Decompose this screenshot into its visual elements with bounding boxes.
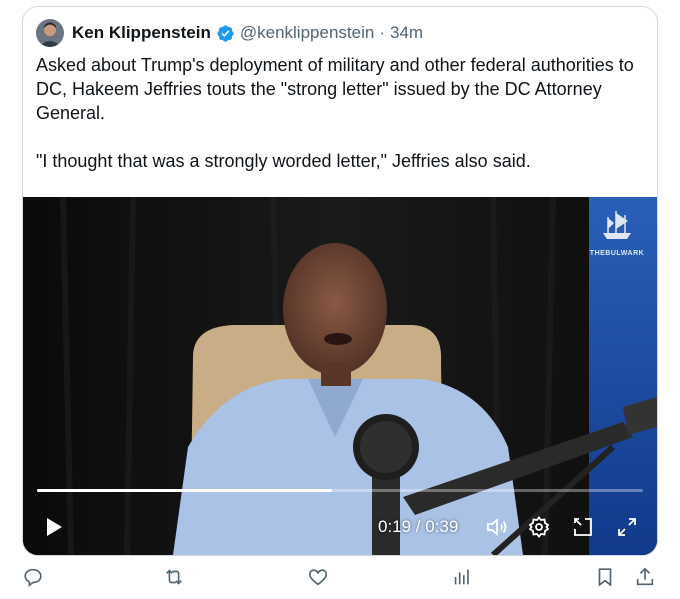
retweet-icon[interactable] [163, 566, 185, 588]
avatar[interactable] [36, 19, 64, 47]
tweet-header: Ken Klippenstein @kenklippenstein · 34m [36, 19, 423, 47]
play-icon[interactable] [41, 515, 65, 539]
video-timecode: 0:19 / 0:39 [378, 517, 459, 536]
video-player[interactable]: THEBULWARK 0:19 / 0:39 [23, 197, 657, 555]
author-name[interactable]: Ken Klippenstein [72, 23, 211, 43]
tweet-text: Asked about Trump's deployment of milita… [36, 53, 641, 173]
tweet-text-paragraph-1: Asked about Trump's deployment of milita… [36, 55, 634, 123]
bookmark-icon[interactable] [594, 566, 616, 588]
watermark-logo: THEBULWARK [587, 209, 647, 257]
tweet-action-bar [0, 562, 680, 594]
reply-icon[interactable] [22, 566, 44, 588]
video-progress-fill [37, 489, 333, 492]
volume-icon[interactable] [485, 515, 509, 539]
settings-icon[interactable] [527, 515, 551, 539]
share-icon[interactable] [634, 566, 656, 588]
tweet-timestamp[interactable]: 34m [390, 23, 423, 43]
ship-icon [603, 211, 631, 239]
like-icon[interactable] [307, 566, 329, 588]
video-frame [23, 197, 657, 555]
video-progress-bar[interactable] [37, 489, 643, 492]
tweet-text-paragraph-2: "I thought that was a strongly worded le… [36, 151, 531, 171]
verified-badge-icon [216, 24, 235, 43]
picture-in-picture-icon[interactable] [571, 515, 595, 539]
author-handle[interactable]: @kenklippenstein [240, 23, 374, 43]
views-icon[interactable] [451, 566, 473, 588]
separator-dot: · [379, 23, 385, 42]
tweet-card[interactable]: Ken Klippenstein @kenklippenstein · 34m … [22, 6, 658, 556]
fullscreen-icon[interactable] [615, 515, 639, 539]
watermark-label: THEBULWARK [589, 250, 645, 257]
